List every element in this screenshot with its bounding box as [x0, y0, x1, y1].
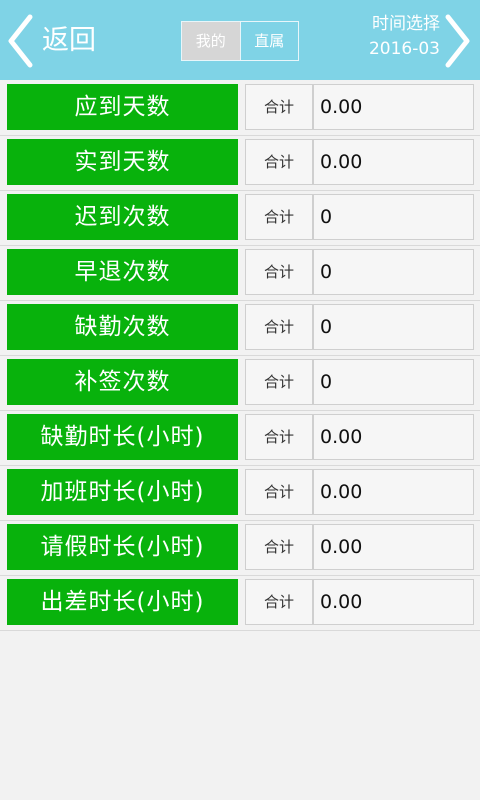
stat-row-overtime-hours: 加班时长(小时) 合计 0.00: [0, 466, 480, 521]
attendance-stats-list: 应到天数 合计 0.00 实到天数 合计 0.00 迟到次数 合计 0 早退次数…: [0, 81, 480, 631]
stat-value: 0.00: [313, 524, 474, 570]
stat-label: 请假时长(小时): [7, 524, 238, 570]
header-bar: 返回 我的 直属 时间选择 2016-03: [0, 0, 480, 80]
stat-sum-label: 合计: [245, 194, 313, 240]
stat-row-early-leave-count: 早退次数 合计 0: [0, 246, 480, 301]
chevron-right-icon: [445, 14, 470, 68]
tab-direct-reports[interactable]: 直属: [239, 22, 299, 60]
date-picker-value: 2016-03: [368, 39, 440, 59]
stat-sum-label: 合计: [245, 579, 313, 625]
stat-value: 0.00: [313, 414, 474, 460]
stat-value: 0.00: [313, 139, 474, 185]
stat-sum-label: 合计: [245, 524, 313, 570]
stat-value: 0: [313, 194, 474, 240]
stat-value: 0.00: [313, 579, 474, 625]
back-button[interactable]: 返回: [6, 8, 116, 72]
stat-label: 应到天数: [7, 84, 238, 130]
stat-value: 0.00: [313, 469, 474, 515]
stat-label: 缺勤次数: [7, 304, 238, 350]
stat-label: 实到天数: [7, 139, 238, 185]
stat-row-business-trip-hours: 出差时长(小时) 合计 0.00: [0, 576, 480, 631]
stat-sum-label: 合计: [245, 304, 313, 350]
stat-row-actual-days: 实到天数 合计 0.00: [0, 136, 480, 191]
stat-label: 迟到次数: [7, 194, 238, 240]
stat-label: 早退次数: [7, 249, 238, 295]
stat-value: 0.00: [313, 84, 474, 130]
stat-row-expected-days: 应到天数 合计 0.00: [0, 81, 480, 136]
stat-value: 0: [313, 249, 474, 295]
scope-segmented-control: 我的 直属: [181, 21, 299, 61]
stat-value: 0: [313, 359, 474, 405]
stat-label: 加班时长(小时): [7, 469, 238, 515]
chevron-left-icon: [8, 14, 33, 68]
next-button[interactable]: [444, 14, 474, 68]
date-picker-title: 时间选择: [372, 14, 440, 34]
stat-row-absence-hours: 缺勤时长(小时) 合计 0.00: [0, 411, 480, 466]
stat-sum-label: 合计: [245, 359, 313, 405]
back-label: 返回: [42, 25, 96, 56]
stat-row-resign-count: 补签次数 合计 0: [0, 356, 480, 411]
stat-row-absence-count: 缺勤次数 合计 0: [0, 301, 480, 356]
stat-label: 缺勤时长(小时): [7, 414, 238, 460]
stat-sum-label: 合计: [245, 249, 313, 295]
stat-sum-label: 合计: [245, 414, 313, 460]
stat-label: 补签次数: [7, 359, 238, 405]
stat-row-leave-hours: 请假时长(小时) 合计 0.00: [0, 521, 480, 576]
stat-sum-label: 合计: [245, 139, 313, 185]
stat-label: 出差时长(小时): [7, 579, 238, 625]
stat-value: 0: [313, 304, 474, 350]
stat-sum-label: 合计: [245, 469, 313, 515]
stat-sum-label: 合计: [245, 84, 313, 130]
tab-mine[interactable]: 我的: [182, 22, 240, 60]
stat-row-late-count: 迟到次数 合计 0: [0, 191, 480, 246]
date-picker[interactable]: 时间选择 2016-03: [330, 12, 440, 70]
